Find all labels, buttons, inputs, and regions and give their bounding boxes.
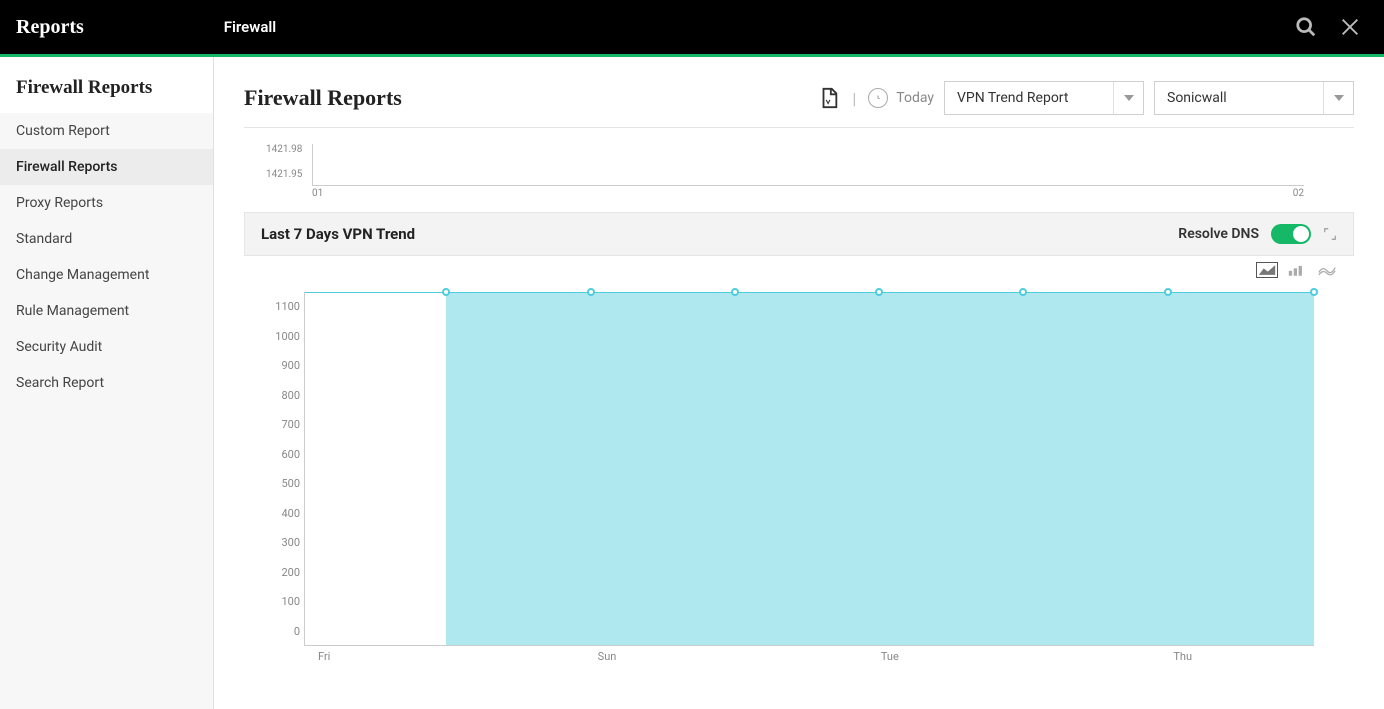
mini-ytick: 1421.95 xyxy=(266,169,302,180)
pdf-export-icon[interactable] xyxy=(818,87,840,109)
ytick: 300 xyxy=(260,528,300,558)
chart-type-area-icon[interactable] xyxy=(1256,262,1278,278)
chevron-down-icon xyxy=(1113,82,1143,114)
page-title: Firewall Reports xyxy=(244,85,402,111)
xtick: Thu xyxy=(1173,650,1192,663)
ytick: 500 xyxy=(260,469,300,499)
topbar-title: Reports xyxy=(16,16,84,39)
device-dropdown[interactable]: Sonicwall xyxy=(1154,81,1354,115)
chart-type-bar-icon[interactable] xyxy=(1286,262,1308,278)
xtick: Fri xyxy=(318,650,330,663)
topbar-subtitle: Firewall xyxy=(224,18,276,36)
data-point[interactable] xyxy=(442,288,450,296)
report-type-value: VPN Trend Report xyxy=(957,90,1068,106)
expand-icon[interactable] xyxy=(1323,227,1337,241)
page-header: Firewall Reports | Today VPN Trend Repor… xyxy=(244,81,1354,128)
chart-plot-area xyxy=(304,292,1314,646)
sidebar-item-search-report[interactable]: Search Report xyxy=(0,365,213,401)
data-point[interactable] xyxy=(875,288,883,296)
data-point[interactable] xyxy=(731,288,739,296)
chart-y-axis: 1100 1000 900 800 700 600 500 400 300 20… xyxy=(260,292,300,646)
ytick: 600 xyxy=(260,440,300,470)
section-title: Last 7 Days VPN Trend xyxy=(261,225,415,243)
sidebar-item-change-management[interactable]: Change Management xyxy=(0,257,213,293)
chart-type-toolbar xyxy=(244,256,1354,282)
ytick: 700 xyxy=(260,410,300,440)
ytick: 200 xyxy=(260,558,300,588)
mini-xtick: 02 xyxy=(1293,188,1304,199)
data-point[interactable] xyxy=(1019,288,1027,296)
ytick: 0 xyxy=(260,617,300,647)
data-point[interactable] xyxy=(587,288,595,296)
ytick: 100 xyxy=(260,587,300,617)
ytick: 900 xyxy=(260,351,300,381)
main-content: Firewall Reports | Today VPN Trend Repor… xyxy=(214,57,1384,709)
sidebar-item-rule-management[interactable]: Rule Management xyxy=(0,293,213,329)
resolve-dns-label: Resolve DNS xyxy=(1178,226,1259,242)
mini-xtick: 01 xyxy=(312,188,323,199)
search-icon[interactable] xyxy=(1288,9,1324,45)
mini-ytick: 1421.98 xyxy=(266,144,302,155)
report-type-dropdown[interactable]: VPN Trend Report xyxy=(944,81,1144,115)
data-point[interactable] xyxy=(1164,288,1172,296)
sidebar-item-standard[interactable]: Standard xyxy=(0,221,213,257)
topbar: Reports Firewall xyxy=(0,0,1384,54)
xtick: Tue xyxy=(881,650,899,663)
sidebar-item-security-audit[interactable]: Security Audit xyxy=(0,329,213,365)
chart-area-fill xyxy=(446,292,1314,645)
clock-icon[interactable] xyxy=(868,88,888,108)
mini-chart: 1421.98 1421.95 01 02 xyxy=(244,144,1354,204)
xtick: Sun xyxy=(598,650,617,663)
sidebar-item-firewall-reports[interactable]: Firewall Reports xyxy=(0,149,213,185)
ytick: 1100 xyxy=(260,292,300,322)
mini-plot-area xyxy=(312,144,1304,186)
separator: | xyxy=(852,89,856,108)
section-header: Last 7 Days VPN Trend Resolve DNS xyxy=(244,212,1354,256)
ytick: 800 xyxy=(260,381,300,411)
device-value: Sonicwall xyxy=(1167,90,1227,106)
chart-type-line-icon[interactable] xyxy=(1316,262,1338,278)
ytick: 400 xyxy=(260,499,300,529)
data-point[interactable] xyxy=(1310,288,1318,296)
sidebar-item-custom-report[interactable]: Custom Report xyxy=(0,113,213,149)
resolve-dns-toggle[interactable] xyxy=(1271,224,1311,244)
ytick: 1000 xyxy=(260,322,300,352)
vpn-trend-chart: 1100 1000 900 800 700 600 500 400 300 20… xyxy=(244,284,1354,654)
toggle-knob xyxy=(1293,226,1309,242)
close-icon[interactable] xyxy=(1332,9,1368,45)
chevron-down-icon xyxy=(1323,82,1353,114)
sidebar: Firewall Reports Custom Report Firewall … xyxy=(0,57,214,709)
sidebar-item-proxy-reports[interactable]: Proxy Reports xyxy=(0,185,213,221)
sidebar-title: Firewall Reports xyxy=(0,57,213,113)
time-range-label[interactable]: Today xyxy=(896,90,934,106)
